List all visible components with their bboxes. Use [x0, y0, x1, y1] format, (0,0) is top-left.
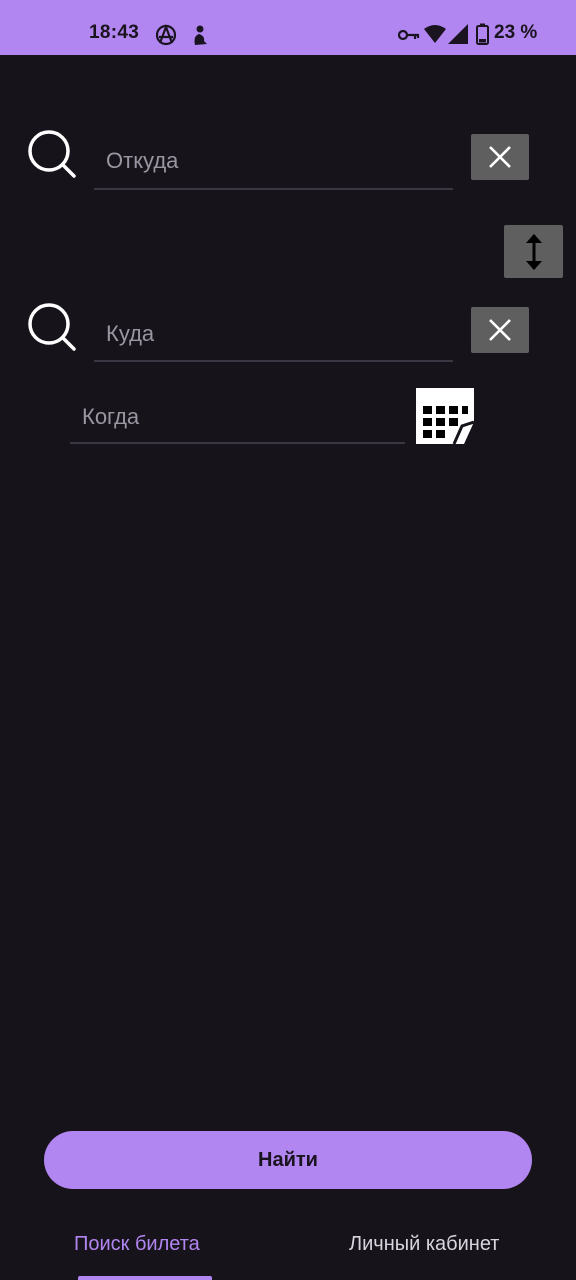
tab-ticket-search[interactable]: Поиск билета	[74, 1233, 200, 1256]
anarchy-icon	[155, 24, 177, 46]
close-icon	[489, 146, 511, 168]
clear-from-button[interactable]	[471, 134, 529, 180]
tab-personal-account[interactable]: Личный кабинет	[349, 1233, 499, 1256]
search-icon	[28, 130, 76, 178]
to-placeholder: Куда	[106, 321, 155, 346]
battery-icon	[476, 23, 489, 45]
find-button[interactable]: Найти	[44, 1131, 532, 1189]
from-placeholder: Откуда	[106, 148, 179, 173]
active-tab-indicator	[78, 1276, 212, 1280]
close-icon	[489, 319, 511, 341]
date-placeholder: Когда	[82, 404, 140, 429]
swap-button[interactable]	[504, 225, 563, 278]
from-field[interactable]: Откуда	[94, 138, 453, 190]
wifi-icon	[424, 25, 446, 43]
signal-icon	[448, 24, 468, 44]
clear-to-button[interactable]	[471, 307, 529, 353]
status-time: 18:43	[89, 22, 140, 43]
battery-percent: 23 %	[494, 22, 538, 43]
person-icon	[194, 25, 207, 45]
swap-vertical-icon	[525, 233, 542, 270]
to-field[interactable]: Куда	[94, 311, 453, 362]
calendar-icon[interactable]	[416, 388, 474, 444]
date-field[interactable]: Когда	[70, 392, 405, 444]
search-icon	[28, 303, 76, 351]
status-bar: 18:43 23 %	[0, 0, 576, 55]
vpn-key-icon	[398, 29, 420, 41]
